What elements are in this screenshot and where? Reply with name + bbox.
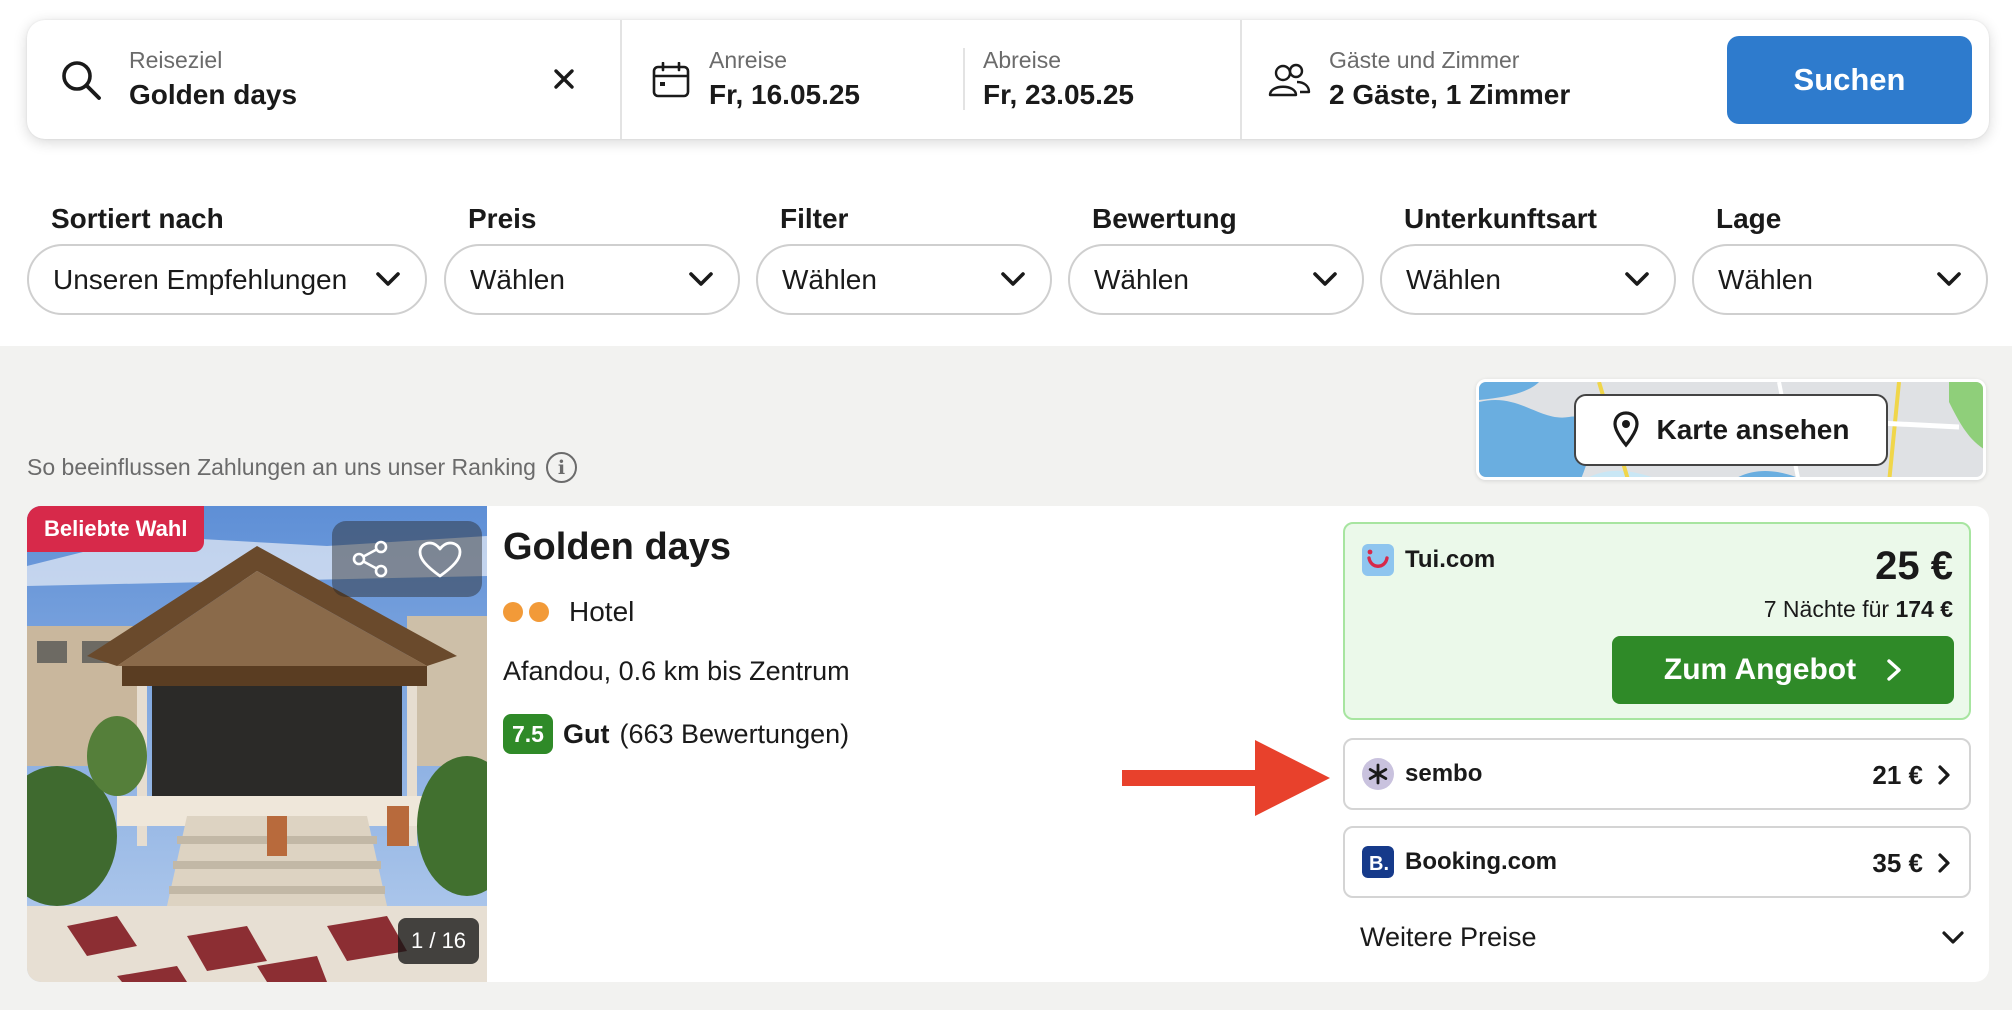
- rating-value: Wählen: [1094, 263, 1189, 295]
- filter-label-accommodation: Unterkunftsart: [1404, 203, 1597, 234]
- offer-row-sembo[interactable]: sembo 21 €: [1343, 738, 1971, 810]
- chevron-down-icon: [376, 272, 400, 286]
- guests-value: 2 Gäste, 1 Zimmer: [1329, 79, 1571, 110]
- offer-provider-booking: Booking.com: [1405, 848, 1558, 875]
- sembo-logo-icon: [1362, 758, 1394, 790]
- destination-value: Golden days: [129, 79, 298, 110]
- chevron-down-icon: [1942, 931, 1964, 944]
- guests-field[interactable]: Gäste und Zimmer 2 Gäste, 1 Zimmer: [1242, 20, 1712, 139]
- rating-word: Gut: [562, 718, 610, 749]
- star-dot-icon: [529, 602, 549, 622]
- offer-price-sembo: 21 €: [1872, 760, 1923, 790]
- filter-label-rating: Bewertung: [1092, 203, 1237, 234]
- clear-destination-button[interactable]: [547, 62, 581, 96]
- accommodation-dropdown[interactable]: Wählen: [1380, 244, 1676, 315]
- chevron-right-icon: [1887, 659, 1901, 681]
- view-deal-label: Zum Angebot: [1663, 653, 1857, 686]
- offer-price-booking: 35 €: [1872, 848, 1923, 878]
- heart-icon[interactable]: [418, 541, 462, 579]
- booking-logo-icon: B.: [1362, 846, 1394, 878]
- rating-score-badge: 7.5: [503, 714, 553, 754]
- chevron-down-icon: [1313, 272, 1337, 286]
- offer-provider-sembo: sembo: [1405, 760, 1483, 787]
- search-button[interactable]: Suchen: [1727, 36, 1972, 124]
- accommodation-value: Wählen: [1406, 263, 1501, 295]
- filter-value: Wählen: [782, 263, 877, 295]
- sort-dropdown[interactable]: Unseren Empfehlungen: [27, 244, 427, 315]
- location-dropdown[interactable]: Wählen: [1692, 244, 1988, 315]
- top-offer-nights: 7 Nächte für 174 €: [1764, 596, 1953, 623]
- more-prices-label: Weitere Preise: [1360, 922, 1537, 952]
- hotel-rating[interactable]: 7.5 Gut (663 Bewertungen): [503, 714, 849, 754]
- hotel-photo[interactable]: Beliebte Wahl 1 / 16: [27, 506, 487, 982]
- filter-label-price: Preis: [468, 203, 537, 234]
- view-map-button[interactable]: Karte ansehen: [1574, 394, 1888, 466]
- top-offer-provider: Tui.com: [1405, 546, 1496, 573]
- share-icon[interactable]: [350, 539, 390, 579]
- guests-icon: [1268, 63, 1311, 97]
- guests-label: Gäste und Zimmer: [1329, 47, 1520, 73]
- checkin-label: Anreise: [709, 47, 787, 73]
- offer-row-booking[interactable]: B. Booking.com 35 €: [1343, 826, 1971, 898]
- calendar-icon: [652, 62, 690, 98]
- checkout-value: Fr, 23.05.25: [983, 79, 1135, 110]
- filter-dropdown[interactable]: Wählen: [756, 244, 1052, 315]
- star-dot-icon: [503, 602, 523, 622]
- info-icon[interactable]: i: [545, 452, 577, 483]
- review-count: (663 Bewertungen): [619, 718, 850, 749]
- location-value: Wählen: [1718, 263, 1813, 295]
- chevron-down-icon: [1625, 272, 1649, 286]
- ranking-note-text: So beeinflussen Zahlungen an uns unser R…: [27, 454, 536, 480]
- chevron-down-icon: [689, 272, 713, 286]
- chevron-down-icon: [1937, 272, 1961, 286]
- price-value: Wählen: [470, 263, 565, 295]
- filter-label-filter: Filter: [780, 203, 849, 234]
- nights-prefix: 7 Nächte für: [1763, 596, 1890, 622]
- search-bar: Reiseziel Golden days Anreise Fr, 16.05.…: [27, 20, 1989, 139]
- search-icon: [62, 61, 101, 100]
- hotel-name[interactable]: Golden days: [503, 526, 731, 569]
- hotel-type: Hotel: [503, 596, 634, 628]
- hotel-location: Afandou, 0.6 km bis Zentrum: [503, 656, 850, 686]
- photo-actions: [332, 521, 482, 597]
- photo-counter: 1 / 16: [398, 918, 480, 964]
- date-field[interactable]: Anreise Fr, 16.05.25 Abreise Fr, 23.05.2…: [622, 20, 1262, 139]
- rating-dropdown[interactable]: Wählen: [1068, 244, 1364, 315]
- ranking-note[interactable]: So beeinflussen Zahlungen an uns unser R…: [27, 452, 577, 483]
- popular-badge: Beliebte Wahl: [27, 506, 205, 552]
- chevron-right-icon: [1938, 853, 1950, 873]
- svg-text:B.: B.: [1369, 853, 1389, 875]
- checkin-value: Fr, 16.05.25: [709, 79, 861, 110]
- filter-label-sort: Sortiert nach: [51, 203, 224, 234]
- destination-field[interactable]: Reiseziel Golden days: [27, 20, 620, 139]
- view-map-label: Karte ansehen: [1656, 414, 1850, 445]
- nights-total: 174 €: [1895, 596, 1953, 622]
- map-pin-icon: [1612, 411, 1639, 448]
- destination-label: Reiseziel: [129, 47, 223, 73]
- sort-value: Unseren Empfehlungen: [53, 263, 348, 295]
- arrow-annotation-icon: [1122, 740, 1330, 816]
- divider: [963, 48, 965, 110]
- close-icon: [554, 69, 574, 89]
- top-offer[interactable]: Tui.com 25 € 7 Nächte für 174 € Zum Ange…: [1343, 522, 1971, 720]
- chevron-down-icon: [1001, 272, 1025, 286]
- hotel-type-label: Hotel: [569, 596, 635, 627]
- view-deal-button[interactable]: Zum Angebot: [1612, 636, 1954, 704]
- more-prices-toggle[interactable]: Weitere Preise: [1360, 922, 1965, 962]
- chevron-right-icon: [1938, 765, 1950, 785]
- filter-label-location: Lage: [1716, 203, 1782, 234]
- checkout-label: Abreise: [983, 47, 1061, 73]
- top-offer-price: 25 €: [1875, 544, 1953, 588]
- price-dropdown[interactable]: Wählen: [444, 244, 740, 315]
- tui-logo-icon: [1362, 544, 1394, 576]
